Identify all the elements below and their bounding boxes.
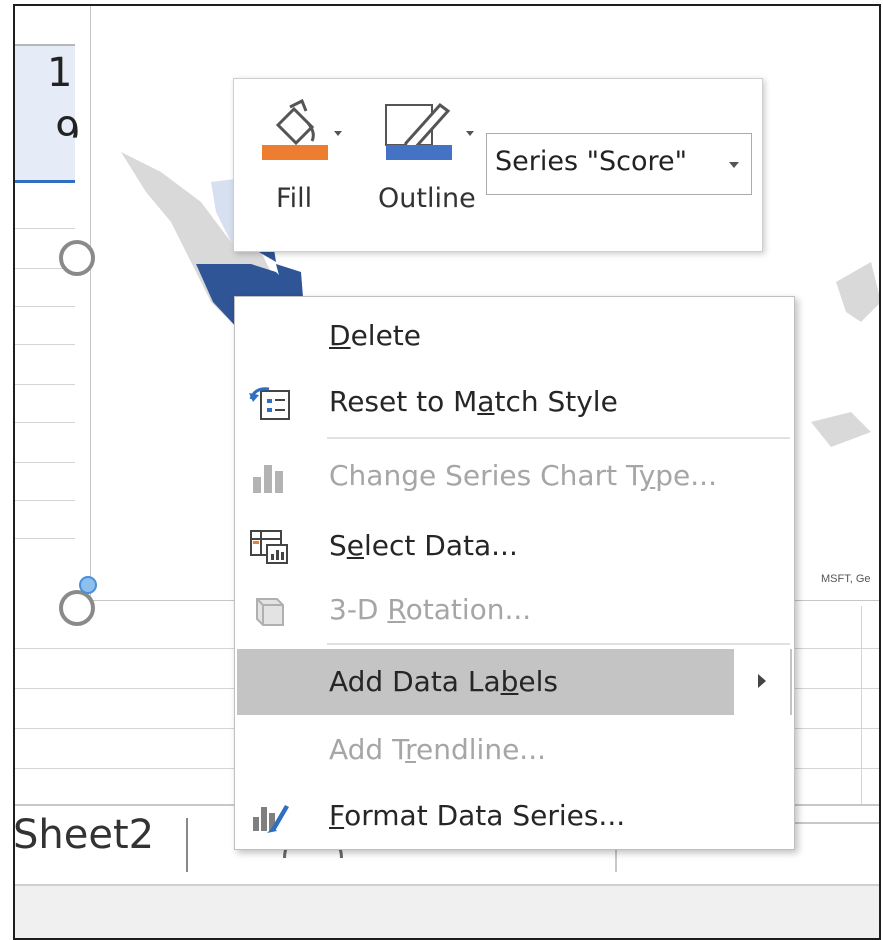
menu-item-select-data[interactable]: Select Data... [237, 513, 792, 579]
mini-toolbar: Fill Outline Series "Score" [233, 78, 763, 252]
cell-value[interactable]: 1 [47, 50, 72, 96]
context-menu: Delete Reset to Match Style Change Serie… [234, 296, 795, 850]
series-selector-value: Series "Score" [495, 146, 688, 177]
menu-item-add-data-labels[interactable]: Add Data Labels [237, 649, 792, 715]
fill-color-swatch [262, 145, 328, 160]
region-shape [811, 412, 871, 447]
menu-item-label: 3-D Rotation... [329, 593, 532, 626]
status-bar [15, 884, 879, 938]
menu-item-add-trendline[interactable]: Add Trendline... [237, 717, 792, 783]
select-data-icon [250, 530, 288, 564]
resize-handle[interactable] [59, 590, 95, 626]
menu-item-label: Reset to Match Style [329, 385, 618, 418]
resize-handle[interactable] [59, 240, 95, 276]
point-handle[interactable] [79, 576, 97, 594]
menu-item-format-data-series[interactable]: Format Data Series... [237, 783, 792, 849]
menu-separator [327, 643, 790, 645]
outline-label: Outline [378, 183, 476, 214]
series-selector[interactable]: Series "Score" [486, 133, 752, 195]
menu-item-label: Add Trendline... [329, 733, 546, 766]
menu-item-reset-to-match-style[interactable]: Reset to Match Style [237, 369, 792, 435]
region-shape [836, 262, 879, 322]
menu-item-change-series-chart-type[interactable]: Change Series Chart Type... [237, 443, 792, 509]
menu-item-3d-rotation[interactable]: 3-D Rotation... [237, 577, 792, 643]
chevron-down-icon [729, 162, 739, 168]
format-series-icon [253, 805, 289, 833]
tab-divider [186, 818, 188, 872]
outline-button[interactable]: Outline [366, 79, 476, 219]
menu-item-label: Delete [329, 319, 421, 352]
map-attribution: MSFT, Ge [821, 573, 871, 585]
outline-color-swatch [386, 145, 452, 160]
menu-item-delete[interactable]: Delete [237, 303, 792, 369]
menu-item-label: Select Data... [329, 529, 518, 562]
submenu-arrow-icon[interactable] [733, 649, 790, 715]
bar-chart-icon [253, 465, 283, 493]
menu-item-label: Format Data Series... [329, 799, 626, 832]
reset-style-icon [249, 387, 290, 420]
sheet-tab-sheet2[interactable]: Sheet2 [15, 812, 154, 858]
menu-item-label: Add Data Labels [329, 665, 558, 698]
cube-icon [256, 598, 284, 626]
fill-button[interactable]: Fill [260, 79, 342, 219]
menu-item-label: Change Series Chart Type... [329, 459, 717, 492]
menu-separator [327, 437, 790, 439]
fill-label: Fill [276, 183, 313, 214]
